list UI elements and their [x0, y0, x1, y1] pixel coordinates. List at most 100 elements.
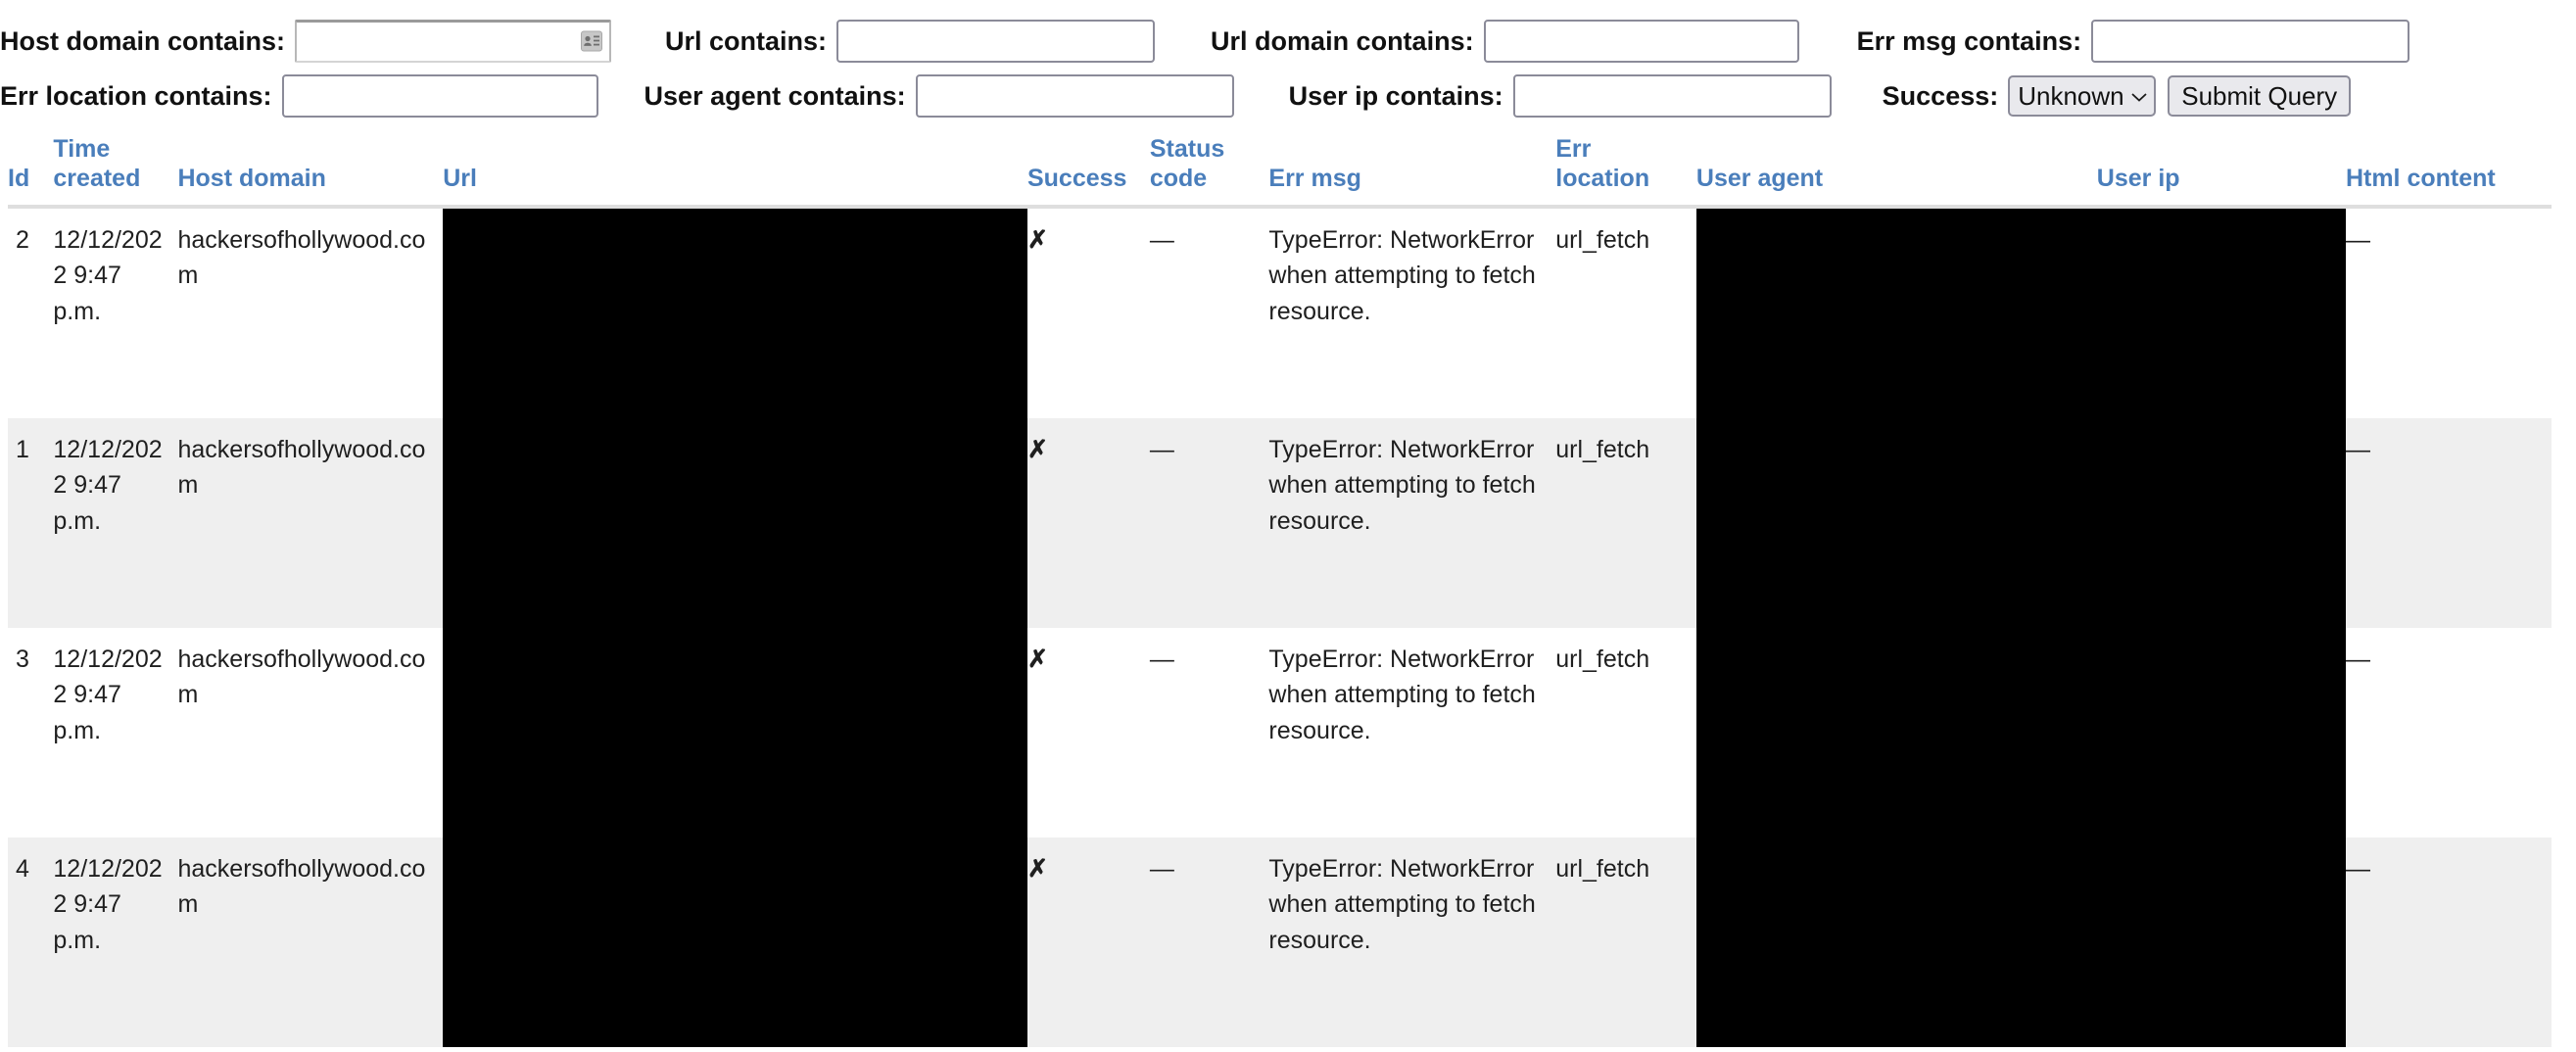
cell-time-created: 12/12/2022 9:47 p.m. [53, 226, 163, 325]
sort-link-url[interactable]: Url [443, 165, 477, 192]
column-header-time-created[interactable]: Time created [53, 135, 178, 209]
submit-query-button[interactable]: Submit Query [2168, 75, 2352, 117]
sort-link-user-agent[interactable]: User agent [1696, 165, 1823, 192]
sort-link-err-location[interactable]: Err location [1555, 135, 1649, 192]
column-header-user-agent[interactable]: User agent [1695, 135, 2097, 209]
redaction-block-user-agent [1695, 209, 2097, 418]
column-header-html-content[interactable]: Html content [2345, 135, 2552, 209]
err-location-label: Err location contains: [0, 80, 272, 111]
filter-field-host-domain: Host domain contains: [0, 20, 612, 63]
redaction-block-user-agent [1695, 418, 2097, 628]
host-domain-input[interactable] [295, 20, 612, 63]
filter-field-user-agent: User agent contains: [644, 74, 1234, 118]
cell-err-msg: TypeError: NetworkError when attempting … [1268, 418, 1556, 628]
sort-link-time-created[interactable]: Time created [53, 135, 140, 192]
err-msg-label: Err msg contains: [1856, 25, 2082, 56]
sort-link-success[interactable]: Success [1027, 165, 1126, 192]
redaction-block-user-ip [2096, 628, 2346, 837]
cell-id: 2 [16, 226, 29, 254]
column-header-err-location[interactable]: Err location [1555, 135, 1696, 209]
table-row[interactable]: 4 12/12/2022 9:47 p.m. hackersofhollywoo… [8, 837, 2552, 1047]
cell-success: ✗ [1026, 837, 1150, 1047]
cell-html-content: — [2345, 837, 2552, 1047]
redaction-block-user-ip [2096, 209, 2346, 418]
cell-err-location: url_fetch [1555, 646, 1650, 673]
cell-url [443, 837, 1027, 1047]
cell-err-location: url_fetch [1555, 418, 1696, 628]
sort-link-host-domain[interactable]: Host domain [177, 165, 325, 192]
cell-id: 1 [8, 418, 54, 628]
redaction-block-user-agent [1695, 837, 2097, 1047]
cell-err-msg: TypeError: NetworkError when attempting … [1268, 226, 1536, 325]
column-header-user-ip[interactable]: User ip [2096, 135, 2346, 209]
redaction-block-url [443, 628, 1027, 837]
sort-link-html-content[interactable]: Html content [2346, 165, 2496, 192]
table-row[interactable]: 3 12/12/2022 9:47 p.m. hackersofhollywoo… [8, 628, 2552, 837]
cell-err-msg: TypeError: NetworkError when attempting … [1268, 646, 1536, 744]
sort-link-status-code[interactable]: Status code [1150, 135, 1224, 192]
column-header-id[interactable]: Id [8, 135, 54, 209]
status-code-value: — [1149, 855, 1174, 883]
column-header-success[interactable]: Success [1026, 135, 1150, 209]
user-ip-input[interactable] [1512, 74, 1832, 118]
err-msg-input[interactable] [2091, 20, 2410, 63]
cell-user-ip [2096, 628, 2346, 837]
url-input[interactable] [836, 20, 1156, 63]
filter-row-1: Host domain contains: Url contains: Url … [0, 14, 2576, 69]
column-header-status-code[interactable]: Status code [1149, 135, 1269, 209]
cell-user-ip [2096, 207, 2346, 418]
cell-id: 4 [8, 837, 54, 1047]
cell-url [443, 418, 1027, 628]
status-code-value: — [1149, 436, 1174, 463]
err-location-input[interactable] [281, 74, 598, 118]
table-row[interactable]: 1 12/12/2022 9:47 p.m. hackersofhollywoo… [8, 418, 2552, 628]
user-agent-label: User agent contains: [644, 80, 906, 111]
cell-id: 3 [16, 646, 29, 673]
url-domain-label: Url domain contains: [1211, 25, 1474, 56]
redaction-block-url [443, 837, 1027, 1047]
success-label: Success: [1882, 80, 1999, 111]
cell-host-domain: hackersofhollywood.com [177, 226, 426, 290]
cell-host-domain: hackersofhollywood.com [177, 418, 444, 628]
results-table-head: Id Time created Host domain Url Success … [8, 135, 2552, 209]
cell-err-msg: TypeError: NetworkError when attempting … [1268, 837, 1556, 1047]
sort-link-id[interactable]: Id [8, 165, 29, 192]
cell-html-content: — [2345, 418, 2552, 628]
cell-url [443, 207, 1027, 418]
cell-status-code: — [1150, 628, 1269, 837]
cell-user-agent [1695, 418, 2097, 628]
search-filter-form[interactable]: Host domain contains: Url contains: Url … [0, 0, 2576, 123]
redaction-block-user-agent [1695, 628, 2097, 837]
user-ip-label: User ip contains: [1288, 80, 1503, 111]
redaction-block-user-ip [2096, 837, 2346, 1047]
filter-field-err-location: Err location contains: [0, 74, 598, 118]
status-badge-fail: ✗ [1026, 436, 1048, 463]
cell-success: ✗ [1026, 418, 1150, 628]
redaction-block-url [443, 209, 1027, 418]
cell-status-code: — [1150, 207, 1269, 418]
column-header-host-domain[interactable]: Host domain [177, 135, 444, 209]
url-label: Url contains: [665, 25, 828, 56]
success-select[interactable]: Unknown Yes No [2008, 75, 2157, 117]
table-row[interactable]: 2 12/12/2022 9:47 p.m. hackersofhollywoo… [8, 207, 2552, 418]
sort-link-err-msg[interactable]: Err msg [1268, 165, 1360, 192]
status-badge-fail: ✗ [1026, 646, 1048, 673]
redaction-block-user-ip [2096, 418, 2346, 628]
filter-field-url: Url contains: [665, 20, 1156, 63]
column-header-url[interactable]: Url [443, 135, 1027, 209]
user-agent-input[interactable] [915, 74, 1234, 118]
status-badge-fail: ✗ [1026, 855, 1048, 883]
sort-link-user-ip[interactable]: User ip [2097, 165, 2180, 192]
cell-url [443, 628, 1027, 837]
column-header-err-msg[interactable]: Err msg [1268, 135, 1556, 209]
success-select-wrap: Unknown Yes No [2008, 75, 2157, 117]
results-table-body: 2 12/12/2022 9:47 p.m. hackersofhollywoo… [8, 207, 2552, 1047]
url-domain-input[interactable] [1483, 20, 1799, 63]
filter-field-success: Success: Unknown Yes No Submit Query [1883, 75, 2352, 117]
cell-html-content: — [2345, 646, 2370, 673]
results-table-container: Id Time created Host domain Url Success … [0, 135, 2576, 1047]
redaction-block-url [443, 418, 1027, 628]
results-table: Id Time created Host domain Url Success … [8, 135, 2552, 1047]
cell-success: ✗ [1027, 628, 1150, 837]
cell-err-location: url_fetch [1555, 226, 1650, 254]
